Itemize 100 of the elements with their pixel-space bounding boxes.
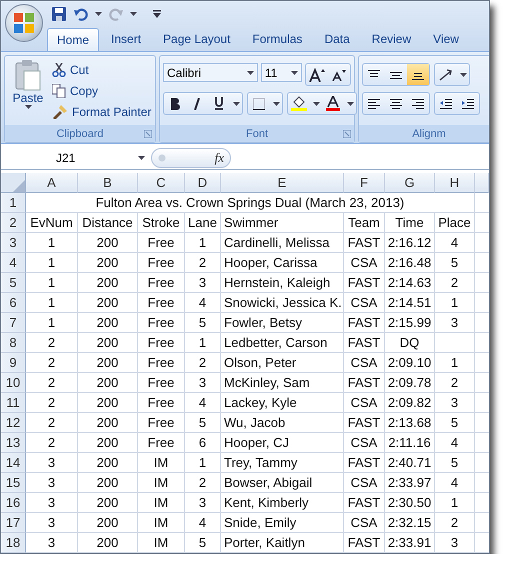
table-cell: IM	[138, 453, 185, 473]
column-header[interactable]: F	[344, 173, 385, 193]
column-header[interactable]: H	[435, 173, 475, 193]
table-cell: Porter, Kaitlyn	[221, 533, 344, 553]
table-cell: Time	[385, 213, 435, 233]
table-cell: 200	[78, 293, 138, 313]
table-cell: Wu, Jacob	[221, 413, 344, 433]
table-cell: Kent, Kimberly	[221, 493, 344, 513]
insert-function-button[interactable]: fx	[214, 150, 224, 166]
table-cell: Bowser, Abigail	[221, 473, 344, 493]
column-header[interactable]: D	[185, 173, 221, 193]
name-box[interactable]: J21	[1, 148, 151, 168]
table-cell: 2:33.91	[385, 533, 435, 553]
table-cell: FAST	[344, 333, 385, 353]
table-cell: FAST	[344, 273, 385, 293]
dropdown-arrow-icon[interactable]	[232, 102, 240, 106]
dropdown-arrow-icon[interactable]	[346, 102, 354, 106]
table-cell: 2	[185, 353, 221, 373]
row-header[interactable]: 16	[1, 493, 26, 513]
table-cell: 200	[78, 253, 138, 273]
column-header[interactable]: G	[385, 173, 435, 193]
row-header[interactable]: 2	[1, 213, 26, 233]
table-cell: 1	[26, 253, 78, 273]
row-header[interactable]: 3	[1, 233, 26, 253]
dropdown-arrow-icon[interactable]	[246, 70, 254, 74]
table-cell: FAST	[344, 493, 385, 513]
row-header[interactable]: 14	[1, 453, 26, 473]
table-cell: 3	[26, 513, 78, 533]
row-header[interactable]: 8	[1, 333, 26, 353]
ribbon-tab[interactable]: Page Layout	[153, 27, 240, 51]
row-header[interactable]: 15	[1, 473, 26, 493]
copy-button[interactable]: Copy	[52, 80, 152, 101]
table-cell: 1	[26, 273, 78, 293]
paste-button[interactable]: Paste	[8, 59, 48, 122]
row-header[interactable]: 10	[1, 373, 26, 393]
font-size-field[interactable]: 11	[260, 63, 302, 82]
row-header[interactable]: 12	[1, 413, 26, 433]
align-bottom-icon[interactable]	[407, 64, 429, 85]
group-label: Alignm	[412, 128, 446, 140]
ribbon-tab[interactable]: Home	[47, 28, 100, 51]
customize-toolbar-icon[interactable]	[153, 10, 161, 18]
table-cell: FAST	[344, 453, 385, 473]
table-cell: 2:09.78	[385, 373, 435, 393]
undo-icon[interactable]	[73, 6, 89, 22]
column-header[interactable]: E	[221, 173, 344, 193]
table-cell: EvNum	[26, 213, 78, 233]
save-icon[interactable]	[51, 6, 67, 22]
row-header[interactable]: 7	[1, 313, 26, 333]
table-cell: CSA	[344, 513, 385, 533]
dropdown-arrow-icon[interactable]	[272, 102, 280, 106]
table-cell: 200	[78, 353, 138, 373]
table-cell: Lane	[185, 213, 221, 233]
format-painter-button[interactable]: Format Painter	[52, 101, 152, 122]
formula-controls[interactable]: fx	[151, 148, 231, 168]
dropdown-arrow-icon[interactable]	[460, 72, 466, 76]
table-cell: Free	[138, 373, 185, 393]
row-header[interactable]: 11	[1, 393, 26, 413]
row-header[interactable]: 6	[1, 293, 26, 313]
column-header[interactable]: B	[78, 173, 138, 193]
table-cell: Free	[138, 233, 185, 253]
ribbon-tab[interactable]: View	[423, 27, 469, 51]
row-header[interactable]: 1	[1, 193, 26, 213]
dropdown-arrow-icon[interactable]	[291, 70, 298, 74]
ribbon-tab[interactable]: Insert	[101, 27, 152, 51]
font-name-field[interactable]: Calibri	[163, 63, 258, 82]
table-cell: Free	[138, 313, 185, 333]
dropdown-arrow-icon[interactable]	[312, 102, 320, 106]
dropdown-arrow-icon[interactable]	[130, 12, 137, 16]
table-cell: Free	[138, 433, 185, 453]
paste-arrow-icon[interactable]	[24, 105, 32, 109]
ribbon-tab[interactable]: Data	[314, 27, 360, 51]
table-cell: 200	[78, 493, 138, 513]
dropdown-arrow-icon[interactable]	[138, 156, 145, 160]
table-cell: 2:09.82	[385, 393, 435, 413]
row-header[interactable]: 9	[1, 353, 26, 373]
table-cell: 1	[26, 313, 78, 333]
column-header[interactable]: C	[138, 173, 185, 193]
row-header[interactable]: 17	[1, 513, 26, 533]
table-cell: Free	[138, 353, 185, 373]
table-cell: 1	[435, 353, 475, 373]
table-cell: Hooper, Carissa	[221, 253, 344, 273]
table-cell: Trey, Tammy	[221, 453, 344, 473]
table-cell: CSA	[344, 353, 385, 373]
cut-button[interactable]: Cut	[52, 59, 152, 80]
row-header[interactable]: 4	[1, 253, 26, 273]
ribbon-tab[interactable]: Formulas	[242, 27, 312, 51]
table-cell: 5	[435, 253, 475, 273]
row-header[interactable]: 13	[1, 433, 26, 453]
table-cell: 2:09.10	[385, 353, 435, 373]
ribbon-tab[interactable]: Review	[362, 27, 422, 51]
row-header[interactable]: 5	[1, 273, 26, 293]
column-header[interactable]: A	[26, 173, 78, 193]
office-button[interactable]	[5, 4, 43, 42]
table-cell: 3	[26, 473, 78, 493]
row-header[interactable]: 18	[1, 533, 26, 553]
table-cell: 2	[185, 473, 221, 493]
table-cell: 200	[78, 393, 138, 413]
table-cell: Free	[138, 253, 185, 273]
dropdown-arrow-icon[interactable]	[95, 12, 102, 16]
table-cell: CSA	[344, 433, 385, 453]
